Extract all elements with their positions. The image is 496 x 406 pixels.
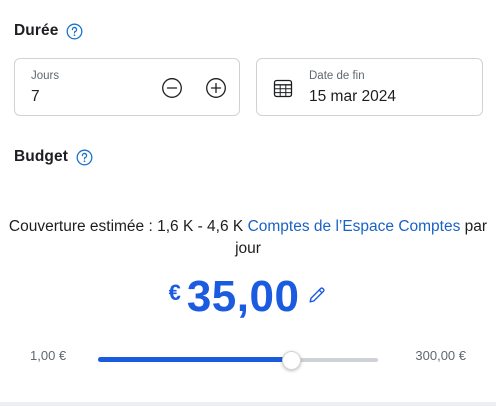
minus-circle-icon[interactable] — [161, 77, 183, 99]
budget-heading: Budget — [14, 148, 93, 166]
calendar-icon — [273, 78, 293, 98]
slider-min-label: 1,00 € — [30, 348, 67, 363]
jours-field[interactable]: Jours 7 — [14, 58, 240, 116]
plus-circle-icon[interactable] — [205, 77, 227, 99]
question-circle-icon[interactable] — [76, 149, 93, 166]
duree-title: Durée — [14, 22, 59, 39]
date-fin-label: Date de fin — [309, 70, 365, 82]
coverage-prefix: Couverture estimée : 1,6 K - 4,6 K — [8, 218, 248, 235]
pencil-icon[interactable] — [307, 285, 327, 305]
budget-title: Budget — [14, 148, 68, 165]
jours-label: Jours — [31, 70, 60, 82]
budget-amount[interactable]: 35,00 — [187, 270, 300, 324]
budget-amount-row: € 35,00 — [0, 270, 496, 324]
slider-thumb[interactable] — [281, 351, 301, 370]
date-fin-field[interactable]: Date de fin 15 mar 2024 — [256, 58, 483, 116]
duree-heading: Durée — [14, 22, 83, 40]
budget-slider[interactable] — [98, 350, 378, 370]
coverage-estimate: Couverture estimée : 1,6 K - 4,6 K Compt… — [0, 216, 496, 260]
currency-symbol: € — [168, 280, 181, 305]
slider-fill — [98, 357, 292, 362]
date-fin-value[interactable]: 15 mar 2024 — [309, 88, 396, 106]
slider-max-label: 300,00 € — [415, 348, 466, 363]
coverage-link[interactable]: Comptes de l’Espace Comptes — [248, 218, 461, 235]
bottom-divider — [0, 402, 496, 406]
jours-value[interactable]: 7 — [31, 88, 40, 106]
question-circle-icon[interactable] — [66, 23, 83, 40]
